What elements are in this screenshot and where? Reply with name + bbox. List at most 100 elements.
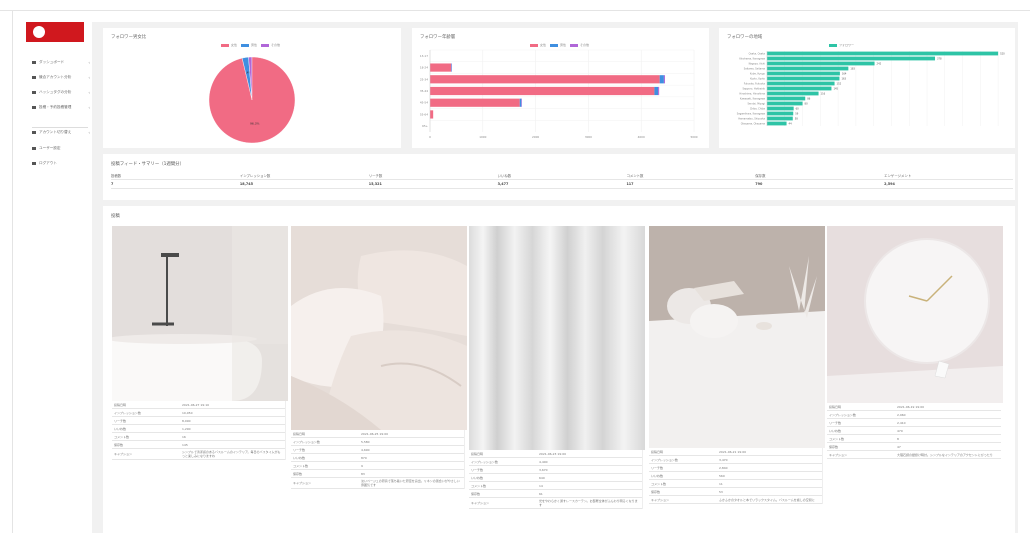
bar [767, 121, 787, 126]
sidebar-item-competitor[interactable]: 競合アカウント分析 ‹ [32, 75, 90, 80]
bar [767, 51, 999, 56]
post-row: 保存数 145 [112, 441, 285, 449]
region-bar-chart: Osaka, Osaka 520 Yokohama, Kanagawa 378 Nago… [737, 51, 1005, 126]
y-tick-label: Fukuoka, Fukuoka [744, 83, 766, 86]
summary-table: 投稿数 インプレッション数 リーチ数 いいね数 コメント数 保存数 エンゲージメ… [111, 171, 1013, 189]
data-label: 58 [795, 118, 799, 121]
post-card[interactable]: 投稿日時 2021-06-21 19:00 インプレッション数 3,470 リーチ数… [649, 226, 825, 504]
post-image[interactable] [112, 226, 288, 401]
bar [519, 98, 522, 107]
posts-card: 投稿 投稿日時 2021-06-27 19:10 インプレッション数 10,050 [103, 206, 1015, 533]
summary-card: 投稿フィード・サマリー（1週間分） 投稿数 インプレッション数 リーチ数 いいね… [103, 154, 1015, 200]
y-tick-label: Kobe, Hyogo [750, 73, 766, 76]
sidebar: ダッシュボード ‹ 競合アカウント分析 ‹ ハッシュタグの分析 ‹ 投稿・予約投稿管理… [22, 22, 90, 533]
calendar-icon [32, 106, 36, 109]
post-row: いいね数 470 [827, 427, 1001, 435]
chevron-left-icon: ‹ [88, 130, 90, 135]
x-tick-label: 3000 [585, 135, 592, 139]
bathtub-photo [112, 226, 288, 401]
table-header-row: 投稿数 インプレッション数 リーチ数 いいね数 コメント数 保存数 エンゲージメ… [111, 171, 1013, 180]
post-row: いいね数 1,290 [112, 425, 285, 433]
sidebar-item-posts[interactable]: 投稿・予約投稿管理 ‹ [32, 105, 90, 110]
gender-chart-card: フォロワー男女比 女性 男性 その他 2.4% 96.3% [103, 28, 401, 148]
post-row: 保存数 61 [469, 490, 642, 498]
post-row: キャプション 淡いベージュの寝具で落ち着いた寝室を演出。リネンの風合いがやさしい雰… [291, 478, 464, 489]
brand-logo[interactable] [26, 22, 84, 42]
data-label: 242 [877, 63, 882, 66]
post-row: リーチ数 8,090 [112, 417, 285, 425]
post-row: いいね数 560 [649, 472, 822, 480]
y-tick-label: Sapporo, Hokkaido [743, 88, 766, 91]
sidebar-item-user-settings[interactable]: ユーザー設定 [32, 146, 90, 151]
post-row: キャプション 大理石調の壁掛け時計。シンプルなインテリアのアクセントにぴったり [827, 451, 1001, 459]
bar [451, 63, 452, 72]
post-row: インプレッション数 3,470 [649, 456, 822, 464]
post-card[interactable]: 投稿日時 2021-06-23 19:00 インプレッション数 4,400 リーチ数… [469, 226, 645, 509]
bar [767, 111, 794, 116]
table-cell: 2,594 [884, 182, 895, 186]
bar [521, 98, 522, 107]
data-label: 183 [850, 68, 855, 71]
sidebar-item-logout[interactable]: ログアウト [32, 161, 90, 166]
post-row: インプレッション数 10,050 [112, 409, 285, 417]
y-tick-label: 45-54 [420, 101, 428, 105]
y-tick-label: Nagoya, Aichi [749, 63, 766, 66]
bar [430, 98, 520, 107]
logo-dot-icon [33, 26, 45, 38]
sidebar-item-switch-account[interactable]: アカウント切り替え ‹ [32, 130, 90, 135]
bar [430, 63, 452, 72]
sidebar-item-label: ログアウト [39, 161, 57, 165]
bar [654, 86, 659, 96]
post-card[interactable]: 投稿日時 2021-06-19 19:00 インプレッション数 2,960 リーチ数… [827, 226, 1003, 459]
post-image[interactable] [469, 226, 645, 450]
pillows-photo [291, 226, 467, 430]
bar [767, 61, 875, 66]
post-image[interactable] [649, 226, 825, 448]
y-tick-label: 55-64 [420, 112, 428, 116]
region-chart-card: フォロワーの地域 フォロワー Osaka, Osaka 520 Yokohama, … [719, 28, 1015, 148]
post-row: 保存数 47 [827, 443, 1001, 451]
post-card[interactable]: 投稿日時 2021-06-25 19:00 インプレッション数 5,580 リーチ数… [291, 226, 467, 489]
bar [658, 86, 660, 96]
age-chart-card: フォロワー年齢層 女性 男性 その他 0 1000 2000 3000 4000 5000… [412, 28, 709, 148]
bar [430, 110, 434, 119]
y-tick-label: Kawasaki, Kanagawa [740, 98, 766, 101]
y-tick-label: Yokohama, Kanagawa [739, 58, 766, 61]
bar [767, 91, 819, 96]
sidebar-item-label: ダッシュボード [39, 60, 65, 64]
data-label: 152 [837, 83, 842, 86]
table-cell: 3,477 [497, 182, 509, 186]
y-tick-label: 35-44 [420, 89, 428, 93]
clock-photo [827, 226, 1003, 403]
bar [663, 75, 665, 84]
post-row: コメント数 16 [112, 433, 285, 441]
bar [767, 66, 849, 71]
post-card[interactable]: 投稿日時 2021-06-27 19:10 インプレッション数 10,050 リーチ… [112, 226, 288, 460]
data-label: 164 [842, 73, 847, 76]
bar [767, 81, 835, 86]
y-tick-label: Sagamihara, Kanagawa [737, 113, 766, 116]
sidebar-item-label: アカウント切り替え [39, 130, 72, 134]
post-row: 投稿日時 2021-06-27 19:10 [112, 401, 285, 409]
bar [767, 86, 832, 91]
table-header: エンゲージメント [884, 173, 912, 178]
data-label: 44 [789, 123, 793, 126]
x-tick-label: 5000 [690, 135, 697, 139]
table-header: リーチ数 [368, 173, 383, 178]
post-image[interactable] [291, 226, 467, 430]
post-row: 投稿日時 2021-06-19 19:00 [827, 403, 1001, 411]
chevron-left-icon: ‹ [88, 90, 90, 95]
post-row: キャプション ふかふかのタオルと本でリラックスタイム。バスルームを癒しの空間に [649, 496, 822, 504]
data-label: 163 [841, 78, 846, 81]
sidebar-item-hashtag[interactable]: ハッシュタグの分析 ‹ [32, 90, 90, 95]
sidebar-item-dashboard[interactable]: ダッシュボード ‹ [32, 60, 90, 65]
y-tick-label: 13-17 [420, 54, 428, 58]
post-image[interactable] [827, 226, 1003, 403]
x-tick-label: 4000 [638, 135, 645, 139]
table-cell: 7 [111, 182, 114, 186]
y-tick-label: 25-34 [420, 77, 428, 81]
post-row: インプレッション数 5,580 [291, 438, 464, 446]
data-label: 116 [821, 93, 826, 96]
post-row: コメント数 14 [469, 482, 642, 490]
table-cell: 18,745 [239, 182, 253, 186]
